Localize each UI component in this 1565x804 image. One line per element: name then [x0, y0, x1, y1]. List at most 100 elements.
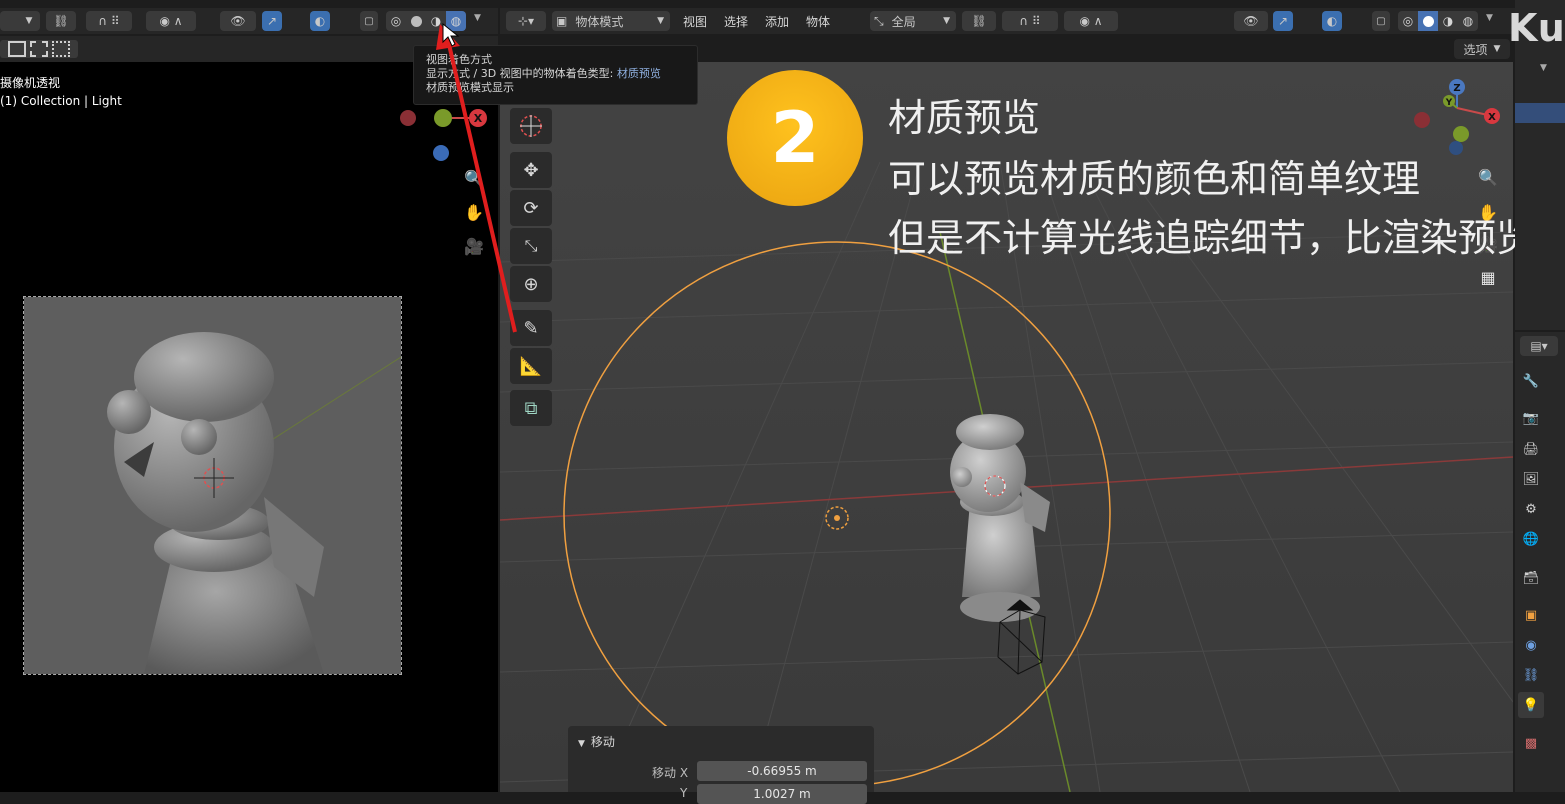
camera-render-figure [107, 332, 401, 674]
light-data-icon[interactable]: 💡 [1518, 692, 1544, 718]
main-nav-gizmo[interactable]: Z Y X [1405, 76, 1505, 156]
overlays-icon: ◐ [1326, 14, 1338, 28]
logo-text: Ku [1508, 6, 1565, 50]
menu-view[interactable]: 视图 [683, 13, 707, 30]
object-mode-icon: ▣ [556, 14, 568, 28]
magnet-icon: ∩ ⠿ [98, 14, 120, 28]
left-visibility-dropdown[interactable]: 👁 [220, 11, 256, 31]
link-icon: ⛓ [971, 14, 987, 28]
xray-icon: ▢ [364, 15, 374, 27]
properties-editor-icon: ▤▾ [1530, 339, 1548, 353]
outliner-filter-dropdown[interactable]: ▼ [1540, 63, 1547, 73]
outliner-selected-row[interactable] [1515, 103, 1565, 123]
constraints-properties-icon[interactable]: ⛓ [1518, 662, 1544, 688]
transform-orientation-label: 全局 [891, 14, 916, 29]
rendered-shading-icon[interactable]: ◍ [1458, 11, 1478, 31]
tool-add-cube[interactable]: ⧉ [510, 390, 552, 426]
eye-icon: 👁 [230, 14, 246, 28]
snap-toggle[interactable]: ∩ ⠿ [1002, 11, 1058, 31]
left-editor-type-dropdown[interactable]: ▼ [0, 11, 40, 31]
select-subtract-icon[interactable] [52, 41, 70, 57]
gizmo-icon: ↗ [266, 14, 278, 28]
left-overlays-toggle[interactable]: ◐ [310, 11, 330, 31]
move-y-field[interactable]: 1.0027 m [697, 784, 867, 804]
move-x-label: 移动 X [652, 766, 689, 780]
step-number: 2 [770, 97, 820, 179]
chevron-down-icon: ▼ [943, 16, 950, 26]
viewport-collection-label: (1) Collection | Light [0, 94, 122, 108]
menu-object[interactable]: 物体 [806, 13, 830, 30]
measure-ruler-icon: 📐 [519, 355, 543, 377]
proportional-icon: ◉ ∧ [159, 14, 183, 28]
interaction-mode-label: 物体模式 [575, 14, 624, 29]
properties-editor-dropdown[interactable]: ▤▾ [1520, 336, 1558, 356]
object-properties-icon[interactable]: ▣ [1518, 602, 1544, 628]
gizmo-icon: ↗ [1277, 14, 1289, 28]
chevron-down-icon: ▼ [1493, 44, 1501, 54]
pivot-point-dropdown[interactable]: ⛓ [962, 11, 996, 31]
gizmo-toggle[interactable]: ↗ [1273, 11, 1293, 31]
texture-properties-icon[interactable]: ▩ [1518, 730, 1544, 756]
options-dropdown[interactable]: 选项 ▼ [1454, 39, 1510, 59]
view-layer-icon[interactable]: 🖼 [1518, 466, 1544, 492]
left-xray-toggle[interactable]: ▢ [360, 11, 378, 31]
material-preview-shading-icon[interactable]: ◑ [1438, 11, 1458, 31]
options-label: 选项 [1463, 42, 1488, 57]
left-select-mode-buttons[interactable] [0, 40, 78, 58]
zoom-icon[interactable]: 🔍 [1474, 163, 1502, 191]
add-cube-icon: ⧉ [524, 397, 538, 419]
output-properties-icon[interactable]: 🖨 [1518, 436, 1544, 462]
proportional-icon: ◉ ∧ [1079, 14, 1103, 28]
grid-view-icon[interactable]: ▦ [1474, 263, 1502, 291]
left-proportional-edit[interactable]: ◉ ∧ [146, 11, 196, 31]
proportional-edit-toggle[interactable]: ◉ ∧ [1064, 11, 1118, 31]
overlays-toggle[interactable]: ◐ [1322, 11, 1342, 31]
mouse-pointer-icon [442, 22, 460, 47]
scene-properties-icon[interactable]: ⚙ [1518, 496, 1544, 522]
left-gizmo-toggle[interactable]: ↗ [262, 11, 282, 31]
chevron-down-icon: ▼ [657, 16, 664, 26]
overlays-icon: ◐ [314, 14, 326, 28]
menu-select[interactable]: 选择 [724, 13, 748, 30]
interaction-mode-dropdown[interactable]: ▣ 物体模式 ▼ [552, 11, 670, 31]
tool-settings-icon[interactable]: 🔧 [1518, 368, 1544, 394]
magnet-icon: ∩ ⠿ [1019, 14, 1041, 28]
viewport-view-name: 摄像机透视 [0, 76, 61, 90]
tool-measure[interactable]: 📐 [510, 348, 552, 384]
solid-shading-icon[interactable] [1418, 11, 1438, 31]
eye-icon: 👁 [1243, 14, 1259, 28]
orientation-icon: ⤡ [874, 13, 884, 28]
gizmo-z-label: Z [1453, 83, 1460, 94]
xray-icon: ▢ [1376, 15, 1386, 27]
select-box-icon[interactable] [8, 41, 26, 57]
move-y-label: Y [680, 786, 688, 800]
physics-properties-icon[interactable]: ◉ [1518, 632, 1544, 658]
wireframe-shading-icon[interactable]: ◎ [386, 11, 406, 31]
menu-add[interactable]: 添加 [765, 13, 789, 30]
chevron-down-icon: ▼ [578, 739, 585, 749]
collection-properties-icon[interactable]: 🗃 [1518, 565, 1544, 591]
tooltip-description-value: 材质预览 [616, 67, 661, 80]
solid-shading-icon[interactable] [406, 11, 426, 31]
shading-buttons: ◎ ◑ ◍ [1398, 11, 1478, 31]
operator-panel-header[interactable]: ▼ 移动 [578, 733, 615, 750]
camera-frame [23, 296, 402, 675]
overlay-title: 材质预览 [888, 96, 1041, 140]
properties-panel [1515, 332, 1565, 792]
render-properties-icon[interactable]: 📷 [1518, 405, 1544, 431]
shading-dropdown[interactable]: ▼ [1486, 13, 1493, 23]
world-properties-icon[interactable]: 🌐 [1518, 526, 1544, 552]
select-extend-icon[interactable] [30, 41, 48, 57]
transform-orientation-dropdown[interactable]: ⤡ 全局 ▼ [870, 11, 956, 31]
xray-toggle[interactable]: ▢ [1372, 11, 1390, 31]
left-object-type-visibility[interactable]: ⛓ [46, 11, 76, 31]
gizmo-x-label: X [1488, 112, 1496, 123]
wireframe-shading-icon[interactable]: ◎ [1398, 11, 1418, 31]
move-x-field[interactable]: -0.66955 m [697, 761, 867, 781]
overlay-line1: 可以预览材质的颜色和简单纹理 [888, 157, 1421, 201]
link-icon: ⛓ [53, 14, 69, 28]
chevron-down-icon: ▼ [25, 16, 33, 26]
annotation-arrow [436, 24, 517, 333]
left-snap-toggle[interactable]: ∩ ⠿ [86, 11, 132, 31]
visibility-dropdown[interactable]: 👁 [1234, 11, 1268, 31]
